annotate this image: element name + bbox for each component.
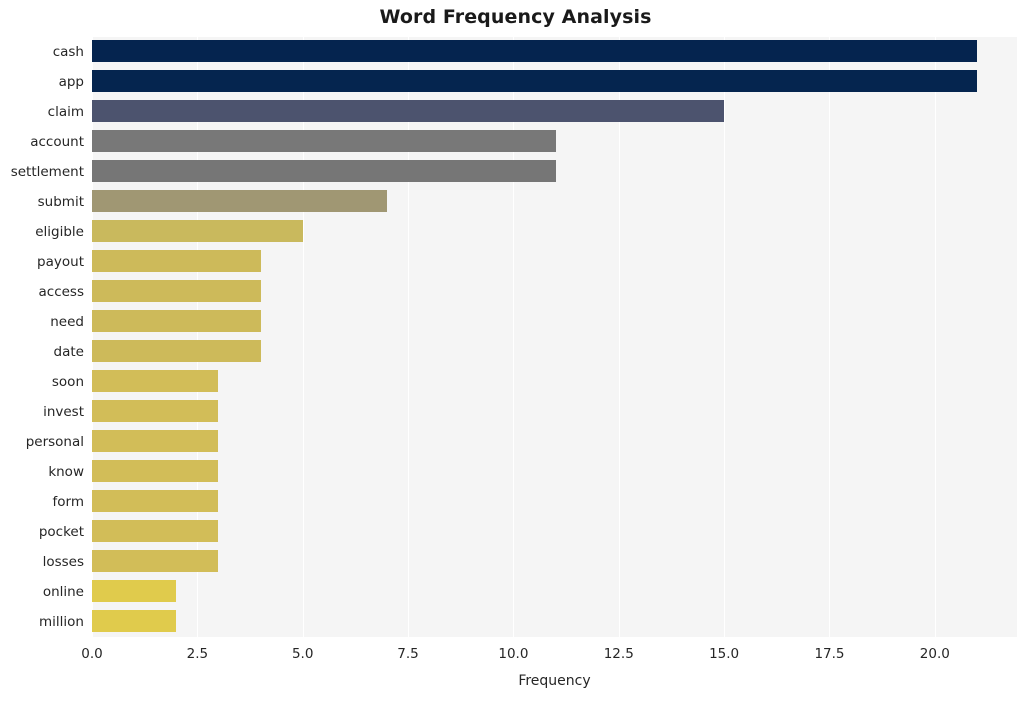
bar-row	[92, 397, 1017, 427]
y-tick-label-account: account	[30, 134, 84, 150]
bar-settlement[interactable]	[92, 160, 556, 183]
word-frequency-chart-figure: Word Frequency Analysis cash app claim acco…	[0, 0, 1031, 701]
bar-row	[92, 37, 1017, 67]
y-tick-label-app: app	[58, 74, 84, 90]
bar-invest[interactable]	[92, 400, 219, 423]
bar-row	[92, 277, 1017, 307]
x-tick-label-0.0: 0.0	[81, 646, 103, 662]
bar-row	[92, 307, 1017, 337]
x-tick-label-7.5: 7.5	[397, 646, 419, 662]
bar-row	[92, 67, 1017, 97]
y-tick-label-need: need	[50, 314, 84, 330]
x-tick-label-20.0: 20.0	[919, 646, 950, 662]
bar-need[interactable]	[92, 310, 261, 333]
bar-claim[interactable]	[92, 100, 725, 123]
bar-row	[92, 217, 1017, 247]
plot-area	[92, 37, 1017, 637]
bar-row	[92, 367, 1017, 397]
y-tick-label-cash: cash	[52, 44, 84, 60]
y-tick-label-losses: losses	[42, 554, 84, 570]
y-tick-label-eligible: eligible	[35, 224, 84, 240]
x-axis: 0.0 2.5 5.0 7.5 10.0 12.5 15.0 17.5 20.0 Frequen…	[0, 637, 1031, 701]
x-axis-label: Frequency	[518, 673, 591, 689]
y-tick-label-pocket: pocket	[38, 524, 84, 540]
bar-personal[interactable]	[92, 430, 219, 453]
y-tick-label-invest: invest	[43, 404, 84, 420]
bar-date[interactable]	[92, 340, 261, 363]
bar-row	[92, 547, 1017, 577]
y-tick-label-million: million	[39, 614, 84, 630]
bar-submit[interactable]	[92, 190, 387, 213]
chart-title: Word Frequency Analysis	[379, 6, 652, 28]
bar-cash[interactable]	[92, 40, 977, 63]
bar-row	[92, 157, 1017, 187]
y-tick-label-online: online	[42, 584, 84, 600]
bar-row	[92, 517, 1017, 547]
bar-eligible[interactable]	[92, 220, 303, 243]
bar-row	[92, 97, 1017, 127]
y-tick-label-access: access	[38, 284, 85, 300]
y-tick-label-submit: submit	[37, 194, 84, 210]
bar-row	[92, 607, 1017, 637]
x-tick-label-2.5: 2.5	[186, 646, 209, 662]
bar-row	[92, 247, 1017, 277]
bar-form[interactable]	[92, 490, 219, 513]
bar-losses[interactable]	[92, 550, 219, 573]
bar-online[interactable]	[92, 580, 177, 603]
bar-row	[92, 457, 1017, 487]
y-tick-label-form: form	[52, 494, 84, 510]
bar-row	[92, 337, 1017, 367]
bar-row	[92, 577, 1017, 607]
x-tick-label-10.0: 10.0	[498, 646, 529, 662]
x-tick-label-17.5: 17.5	[814, 646, 845, 662]
y-axis-tick-labels: cash app claim account settlement submit eligi…	[0, 37, 84, 637]
y-tick-label-claim: claim	[47, 104, 84, 120]
x-tick-label-12.5: 12.5	[603, 646, 634, 662]
bar-row	[92, 127, 1017, 157]
y-tick-label-soon: soon	[51, 374, 84, 390]
x-tick-label-15.0: 15.0	[709, 646, 740, 662]
bar-million[interactable]	[92, 610, 177, 633]
bar-account[interactable]	[92, 130, 556, 153]
y-tick-label-payout: payout	[37, 254, 84, 270]
bar-app[interactable]	[92, 70, 977, 93]
bar-pocket[interactable]	[92, 520, 219, 543]
y-tick-label-date: date	[53, 344, 84, 360]
bar-know[interactable]	[92, 460, 219, 483]
y-tick-label-settlement: settlement	[10, 164, 84, 180]
bar-row	[92, 187, 1017, 217]
y-tick-label-personal: personal	[25, 434, 84, 450]
bar-access[interactable]	[92, 280, 261, 303]
bar-row	[92, 487, 1017, 517]
x-tick-label-5.0: 5.0	[291, 646, 314, 662]
bar-row	[92, 427, 1017, 457]
y-tick-label-know: know	[48, 464, 84, 480]
bar-payout[interactable]	[92, 250, 261, 273]
bar-soon[interactable]	[92, 370, 219, 393]
